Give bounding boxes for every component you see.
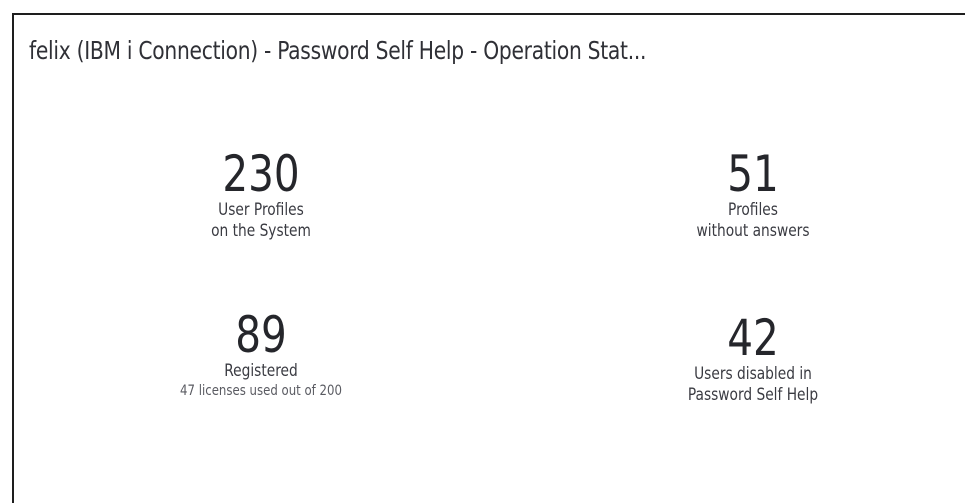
profiles-without-answers-count: 51 — [727, 145, 779, 203]
registered-label: Registered — [224, 361, 298, 381]
user-profiles-count: 230 — [222, 145, 300, 203]
profiles-without-answers-label-line2: without answers — [696, 221, 810, 241]
panel-title: felix (IBM i Connection) - Password Self… — [29, 36, 647, 65]
profiles-without-answers-stat: 51 Profiles without answers — [593, 148, 913, 242]
users-disabled-stat: 42 Users disabled in Password Self Help — [593, 312, 913, 406]
user-profiles-stat: 230 User Profiles on the System — [101, 148, 421, 242]
user-profiles-label-line1: User Profiles — [218, 200, 304, 220]
users-disabled-count: 42 — [727, 309, 779, 367]
user-profiles-label-line2: on the System — [211, 221, 311, 241]
users-disabled-label-line1: Users disabled in — [694, 364, 812, 384]
operation-stats-panel: felix (IBM i Connection) - Password Self… — [12, 13, 965, 503]
users-disabled-label-line2: Password Self Help — [687, 385, 819, 405]
licenses-used-label: 47 licenses used out of 200 — [180, 383, 342, 399]
registered-stat: 89 Registered 47 licenses used out of 20… — [101, 309, 421, 401]
profiles-without-answers-label-line1: Profiles — [728, 200, 778, 220]
registered-count: 89 — [235, 306, 287, 364]
